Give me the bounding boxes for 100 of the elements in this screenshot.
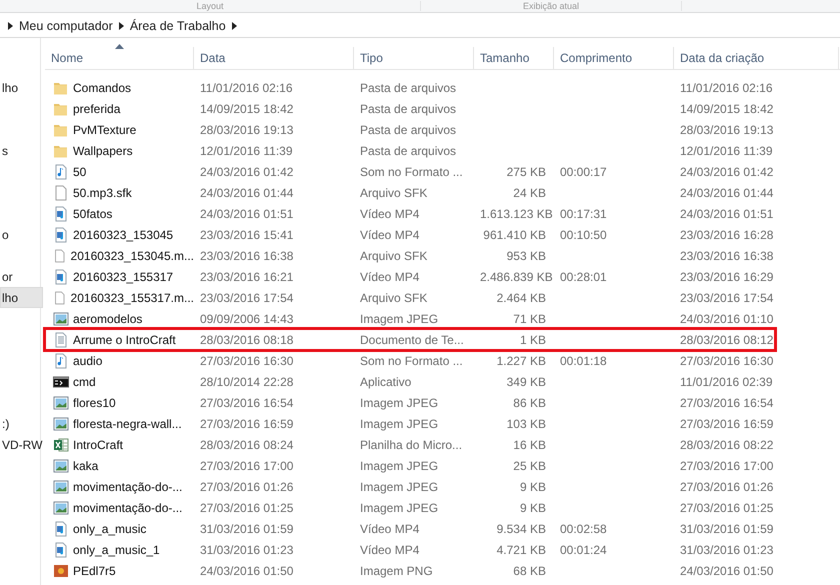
table-cell-text: 28/03/2016 19:13 xyxy=(199,122,294,136)
file-name: 50 xyxy=(73,164,86,178)
column-header[interactable]: Data xyxy=(194,47,354,69)
chevron-icon[interactable] xyxy=(8,22,13,30)
file-row[interactable]: flores10 27/03/2016 16:54 Imagem JPEG 86 KB 27/03/2016 16:54 xyxy=(45,392,775,413)
sidebar-item[interactable]: :) xyxy=(0,413,44,434)
chevron-icon[interactable] xyxy=(118,22,124,30)
table-cell-text: 71 KB xyxy=(512,312,547,326)
file-row[interactable]: movimentação-do-... 27/03/2016 01:26 Imagem JPEG 9 KB 27/03/2016 01:26 xyxy=(45,476,775,497)
table-cell-text: Aplicativo xyxy=(359,374,412,388)
file-row[interactable]: Wallpapers 12/01/2016 11:39 Pasta de arquivos 12/01/2016 11:39 xyxy=(45,140,775,161)
table-cell-text: 27/03/2016 01:26 xyxy=(199,480,294,494)
video-file-icon xyxy=(53,542,69,558)
table-cell-text: Vídeo MP4 xyxy=(359,228,420,242)
table-cell-text: 27/03/2016 16:30 xyxy=(679,354,774,368)
table-cell-text: 27/03/2016 17:00 xyxy=(199,458,294,472)
table-cell-text: 23/03/2016 16:28 xyxy=(679,228,774,242)
file-row[interactable]: aeromodelos 09/09/2006 14:43 Imagem JPEG 71 KB 24/03/2016 01:10 xyxy=(45,308,775,329)
table-cell-text: 31/03/2016 01:23 xyxy=(679,542,774,556)
table-cell-text: 28/10/2014 22:28 xyxy=(199,374,294,388)
file-row[interactable]: 20160323_155317.m... 23/03/2016 17:54 Arquivo SFK 2.464 KB 23/03/2016 17:54 xyxy=(45,287,775,308)
file-row[interactable]: 50.mp3.sfk 24/03/2016 01:44 Arquivo SFK 24 KB 24/03/2016 01:44 xyxy=(45,182,775,203)
table-cell-text: 23/03/2016 17:54 xyxy=(679,290,774,304)
table-cell-text: 31/03/2016 01:59 xyxy=(679,522,774,536)
file-row[interactable]: 20160323_155317 23/03/2016 16:21 Vídeo MP4 2.486.839 KB 00:28:01 23/03/2016 16:29 xyxy=(45,266,775,287)
file-row[interactable]: PvMTexture 28/03/2016 19:13 Pasta de arquivos 28/03/2016 19:13 xyxy=(45,119,775,140)
video-file-icon xyxy=(53,268,69,284)
table-cell-text: Imagem JPEG xyxy=(359,458,440,472)
music-note-icon xyxy=(53,164,69,180)
file-row[interactable]: audio 27/03/2016 16:30 Som no Formato ... 1.227 KB 00:01:18 27/03/2016 16:30 xyxy=(45,350,775,371)
table-cell-text: 23/03/2016 16:38 xyxy=(679,248,774,262)
file-row[interactable]: kaka 27/03/2016 17:00 Imagem JPEG 25 KB 27/03/2016 17:00 xyxy=(45,455,775,476)
file-name: 20160323_153045.m... xyxy=(70,248,194,262)
table-cell-text: 68 KB xyxy=(512,564,547,578)
table-cell-text: Imagem JPEG xyxy=(359,480,440,494)
sidebar-item[interactable]: VD-RW xyxy=(0,434,44,455)
table-cell-text: 16 KB xyxy=(512,438,547,452)
table-cell-text: 1.227 KB xyxy=(496,354,547,368)
table-cell-text: 349 KB xyxy=(506,374,547,388)
sidebar-item[interactable]: s xyxy=(0,140,44,161)
column-header[interactable]: Nome xyxy=(45,47,194,69)
image-file-icon xyxy=(53,562,69,578)
file-row[interactable]: only_a_music_1 31/03/2016 01:23 Vídeo MP4 4.721 KB 00:01:24 31/03/2016 01:23 xyxy=(45,539,775,560)
table-cell-text: 00:01:18 xyxy=(559,354,608,368)
file-row[interactable]: preferida 14/09/2015 18:42 Pasta de arquivos 14/09/2015 18:42 xyxy=(45,98,775,119)
table-cell-text: 00:28:01 xyxy=(559,270,608,284)
table-cell-text: 11/01/2016 02:39 xyxy=(679,374,774,388)
file-row[interactable]: 20160323_153045 23/03/2016 15:41 Vídeo MP4 961.410 KB 00:10:50 23/03/2016 16:28 xyxy=(45,224,775,245)
sidebar-item[interactable]: or xyxy=(0,266,44,287)
sidebar-item[interactable]: o xyxy=(0,224,44,245)
table-cell-text: 14/09/2015 18:42 xyxy=(679,102,774,116)
file-name: 20160323_153045 xyxy=(73,228,174,242)
music-note-icon xyxy=(53,352,69,368)
table-cell-text: Pasta de arquivos xyxy=(359,144,458,158)
file-name: Comandos xyxy=(73,80,132,94)
file-row[interactable]: floresta-negra-wall... 27/03/2016 16:59 Imagem JPEG 103 KB 27/03/2016 16:59 xyxy=(45,413,775,434)
spreadsheet-icon xyxy=(53,436,69,452)
table-cell-text: Arquivo SFK xyxy=(359,186,428,200)
table-cell-text: Imagem JPEG xyxy=(359,416,440,430)
table-cell-text: Pasta de arquivos xyxy=(359,80,458,94)
file-row[interactable]: IntroCraft 28/03/2016 08:24 Planilha do Micro... 16 KB 28/03/2016 08:22 xyxy=(45,434,775,455)
file-row[interactable]: cmd 28/10/2014 22:28 Aplicativo 349 KB 11/01/2016 02:39 xyxy=(45,371,775,392)
file-row[interactable]: PEdl7r5 24/03/2016 01:50 Imagem PNG 68 KB 24/03/2016 01:50 xyxy=(45,560,775,581)
chevron-icon[interactable] xyxy=(232,22,237,30)
table-cell-text: Vídeo MP4 xyxy=(359,522,420,536)
file-name: PvMTexture xyxy=(73,122,136,136)
image-file-icon xyxy=(53,478,69,494)
file-name: only_a_music_1 xyxy=(73,542,160,556)
table-cell-text: 953 KB xyxy=(506,248,547,262)
file-row[interactable]: 50fatos 24/03/2016 01:51 Vídeo MP4 1.613.123 KB 00:17:31 24/03/2016 01:51 xyxy=(45,203,775,224)
table-cell-text: 9 KB xyxy=(518,480,547,494)
highlighted-row[interactable]: Arrume o IntroCraft 28/03/2016 08:18 Documento de Te... 1 KB 28/03/2016 08:12 xyxy=(45,329,775,350)
address-bar[interactable]: Meu computador Área de Trabalho xyxy=(0,13,840,38)
column-header[interactable]: Comprimento xyxy=(554,47,674,69)
file-row[interactable]: movimentação-do-... 27/03/2016 01:25 Imagem JPEG 9 KB 27/03/2016 01:25 xyxy=(45,497,775,518)
table-cell-text: 27/03/2016 01:25 xyxy=(199,500,294,514)
table-cell-text: 00:01:24 xyxy=(559,542,608,556)
table-cell-text: Vídeo MP4 xyxy=(359,206,420,220)
column-header[interactable]: Tipo xyxy=(354,47,474,69)
file-row[interactable]: 50 24/03/2016 01:42 Som no Formato ... 275 KB 00:00:17 24/03/2016 01:42 xyxy=(45,161,775,182)
file-name: movimentação-do-... xyxy=(73,500,182,514)
sidebar-item[interactable]: lho xyxy=(0,287,44,308)
file-row[interactable]: Comandos 11/01/2016 02:16 Pasta de arquivos 11/01/2016 02:16 xyxy=(45,77,775,98)
file-row[interactable]: only_a_music 31/03/2016 01:59 Vídeo MP4 9.534 KB 00:02:58 31/03/2016 01:59 xyxy=(45,518,775,539)
table-cell-text: 4.721 KB xyxy=(496,542,547,556)
table-cell-text: 00:17:31 xyxy=(559,206,608,220)
sidebar-item[interactable]: lho xyxy=(0,77,44,98)
table-cell-text: 00:00:17 xyxy=(559,164,608,178)
column-header[interactable]: Data da criação xyxy=(674,47,839,69)
table-cell-text: 24/03/2016 01:51 xyxy=(199,206,294,220)
column-header[interactable]: Tamanho xyxy=(474,47,554,69)
file-name: audio xyxy=(73,354,102,368)
file-row[interactable]: 20160323_153045.m... 23/03/2016 16:38 Arquivo SFK 953 KB 23/03/2016 16:38 xyxy=(45,245,775,266)
breadcrumb[interactable]: Área de Trabalho xyxy=(130,18,226,32)
table-cell-text: 27/03/2016 16:59 xyxy=(199,416,294,430)
sort-arrow-icon xyxy=(115,44,124,49)
breadcrumb[interactable]: Meu computador xyxy=(19,18,113,32)
table-cell-text: 86 KB xyxy=(512,396,547,410)
table-cell-text: 00:10:50 xyxy=(559,228,608,242)
file-name: flores10 xyxy=(73,396,116,410)
